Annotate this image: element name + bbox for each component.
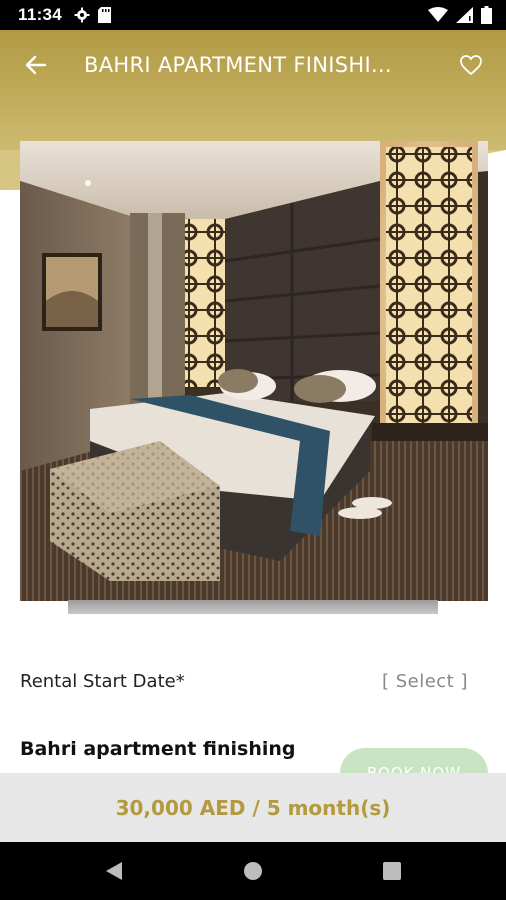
- hero-image: [20, 141, 488, 601]
- sd-card-icon: [98, 7, 112, 23]
- arrow-left-icon: [25, 55, 47, 75]
- product-name: Bahri apartment finishing: [20, 738, 296, 760]
- image-shadow: [68, 600, 438, 614]
- status-bar: 11:34: [0, 0, 506, 30]
- status-time: 11:34: [18, 5, 63, 24]
- rental-start-label: Rental Start Date*: [20, 670, 185, 692]
- back-button[interactable]: [20, 49, 52, 81]
- rental-start-row: Rental Start Date* [ Select ]: [20, 663, 468, 699]
- nav-home-button[interactable]: [241, 859, 265, 883]
- price-bar: 30,000 AED / 5 month(s): [0, 773, 506, 842]
- signal-icon: [456, 7, 473, 23]
- heart-outline-icon: [460, 55, 482, 76]
- price-text: 30,000 AED / 5 month(s): [115, 795, 391, 820]
- bedroom-photo: [20, 141, 488, 601]
- system-nav-bar: [0, 842, 506, 900]
- app-bar: BAHRI APARTMENT FINISHI...: [0, 30, 506, 100]
- rental-start-select[interactable]: [ Select ]: [382, 671, 468, 692]
- nav-recents-button[interactable]: [380, 859, 404, 883]
- gear-icon: [74, 7, 90, 23]
- recents-square-icon: [383, 862, 401, 880]
- nav-back-button[interactable]: [102, 859, 126, 883]
- battery-icon: [481, 6, 492, 24]
- back-triangle-icon: [106, 862, 122, 880]
- home-circle-icon: [244, 862, 262, 880]
- page-title: BAHRI APARTMENT FINISHI...: [84, 53, 392, 77]
- app-screen: BAHRI APARTMENT FINISHI... Rental Start …: [0, 30, 506, 842]
- wifi-icon: [428, 7, 448, 22]
- favorite-button[interactable]: [456, 50, 486, 80]
